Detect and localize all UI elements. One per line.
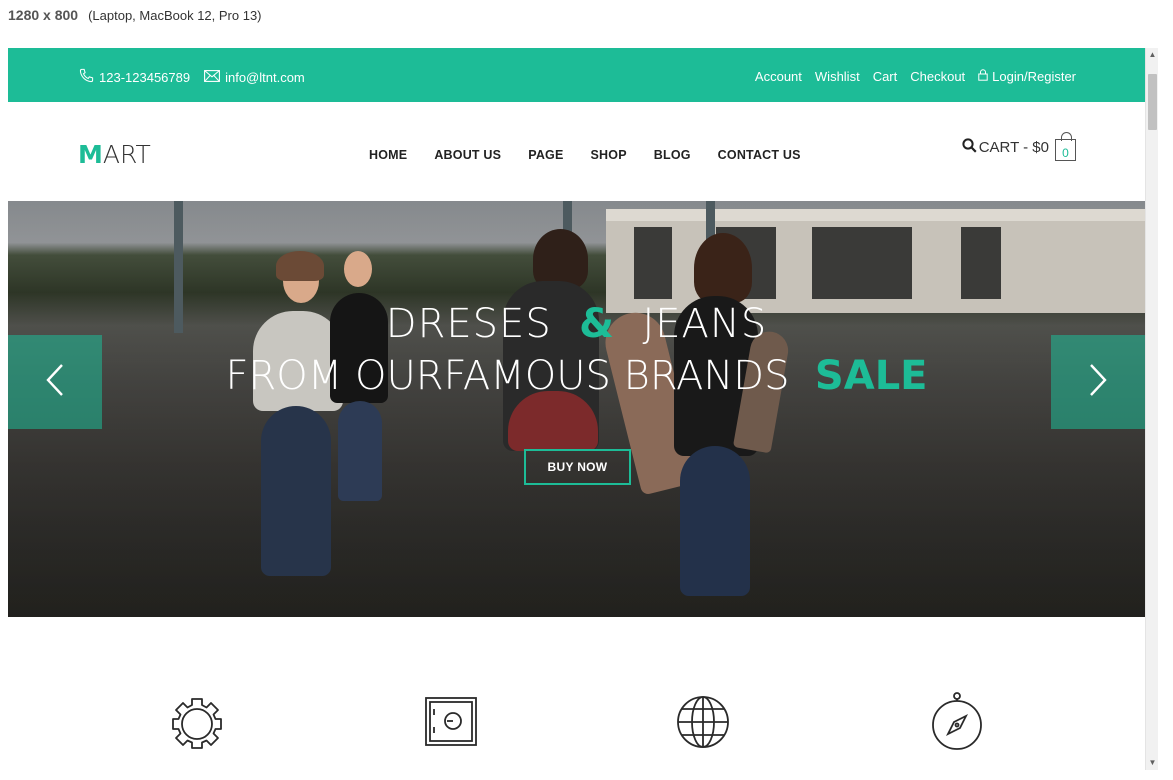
hero-ampersand: & — [579, 301, 616, 347]
globe-icon — [671, 689, 735, 753]
device-viewport: 123-123456789 info@ltnt.com Account Wish… — [8, 48, 1158, 770]
scroll-down-arrow-icon[interactable]: ▼ — [1148, 758, 1157, 768]
main-nav: HOME ABOUT US PAGE SHOP BLOG CONTACT US — [369, 148, 801, 162]
site-logo[interactable]: MART — [78, 140, 151, 169]
contact-info: 123-123456789 info@ltnt.com — [79, 68, 305, 86]
chevron-left-icon — [45, 363, 65, 402]
envelope-icon — [204, 69, 221, 85]
shopping-bag-icon[interactable]: 0 — [1055, 132, 1076, 161]
email-contact[interactable]: info@ltnt.com — [204, 70, 305, 85]
nav-blog[interactable]: BLOG — [654, 148, 691, 162]
login-register-link[interactable]: Login/Register — [978, 69, 1076, 84]
login-label: Login/Register — [992, 69, 1076, 84]
site-header: MART HOME ABOUT US PAGE SHOP BLOG CONTAC… — [8, 102, 1145, 201]
hero-background-building — [606, 209, 1145, 313]
header-cart[interactable]: CART - $0 0 — [962, 132, 1076, 161]
frame-dimensions: 1280 x 800 — [8, 7, 79, 23]
nav-contact-us[interactable]: CONTACT US — [718, 148, 801, 162]
page-scrollbar[interactable]: ▲ ▼ — [1145, 48, 1158, 770]
top-bar: 123-123456789 info@ltnt.com Account Wish… — [8, 48, 1145, 102]
safe-icon — [419, 689, 483, 753]
nav-shop[interactable]: SHOP — [591, 148, 627, 162]
slider-next-button[interactable] — [1051, 335, 1145, 429]
page: 123-123456789 info@ltnt.com Account Wish… — [8, 48, 1145, 770]
scroll-thumb[interactable] — [1148, 74, 1157, 130]
hero-headline-1: DRESES & JEANS — [8, 301, 1145, 347]
wishlist-link[interactable]: Wishlist — [815, 69, 860, 84]
checkout-link[interactable]: Checkout — [910, 69, 965, 84]
chevron-right-icon — [1088, 363, 1108, 402]
phone-icon — [79, 68, 94, 86]
buy-now-button[interactable]: BUY NOW — [524, 449, 631, 485]
logo-accent: M — [78, 140, 103, 169]
hero-brands-text: FROM OURFAMOUS BRANDS — [225, 353, 790, 399]
gear-icon — [165, 689, 229, 753]
logo-text: ART — [102, 140, 151, 169]
hero-word-dresses: DRESES — [385, 301, 552, 347]
hero-headline-2: FROM OURFAMOUS BRANDS SALE — [8, 353, 1145, 399]
lock-icon — [978, 69, 988, 84]
frame-caption: 1280 x 800 (Laptop, MacBook 12, Pro 13) — [8, 7, 262, 27]
scroll-up-arrow-icon[interactable]: ▲ — [1148, 50, 1157, 60]
hero-slider: DRESES & JEANS FROM OURFAMOUS BRANDS SAL… — [8, 201, 1145, 617]
features-section — [8, 617, 1145, 770]
phone-contact[interactable]: 123-123456789 — [79, 68, 190, 86]
search-icon[interactable] — [962, 138, 977, 157]
cart-total: CART - $0 — [978, 139, 1049, 156]
frame-device: (Laptop, MacBook 12, Pro 13) — [88, 8, 262, 23]
hero-sale-text: SALE — [814, 353, 928, 399]
account-link[interactable]: Account — [755, 69, 802, 84]
nav-page[interactable]: PAGE — [528, 148, 563, 162]
hero-word-jeans: JEANS — [642, 301, 768, 347]
nav-about-us[interactable]: ABOUT US — [434, 148, 501, 162]
email-address: info@ltnt.com — [225, 69, 305, 85]
slider-prev-button[interactable] — [8, 335, 102, 429]
account-links: Account Wishlist Cart Checkout Login/Reg… — [755, 69, 1076, 84]
cart-link[interactable]: Cart — [873, 69, 898, 84]
cart-count: 0 — [1062, 146, 1069, 160]
nav-home[interactable]: HOME — [369, 148, 407, 162]
phone-number: 123-123456789 — [99, 69, 191, 85]
compass-icon — [925, 689, 989, 753]
